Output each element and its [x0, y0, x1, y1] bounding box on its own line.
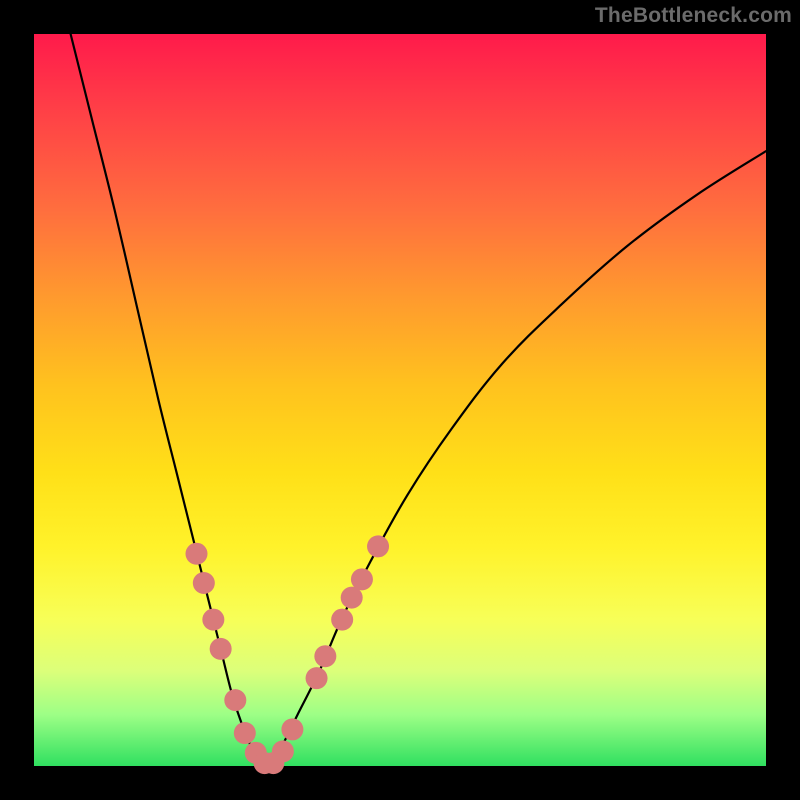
marker-point — [193, 572, 215, 594]
plot-area — [34, 34, 766, 766]
marker-point — [202, 609, 224, 631]
outer-frame: TheBottleneck.com — [0, 0, 800, 800]
curve-right-curve — [268, 151, 766, 766]
marker-point — [331, 609, 353, 631]
marker-point — [224, 689, 246, 711]
marker-point — [186, 543, 208, 565]
watermark-text: TheBottleneck.com — [595, 4, 792, 28]
curve-left-curve — [71, 34, 269, 766]
marker-point — [234, 722, 256, 744]
marker-point — [351, 568, 373, 590]
marker-point — [210, 638, 232, 660]
marker-layer — [186, 535, 390, 774]
chart-svg — [34, 34, 766, 766]
marker-point — [367, 535, 389, 557]
marker-point — [306, 667, 328, 689]
marker-point — [281, 718, 303, 740]
curve-layer — [71, 34, 766, 766]
marker-point — [272, 740, 294, 762]
marker-point — [314, 645, 336, 667]
